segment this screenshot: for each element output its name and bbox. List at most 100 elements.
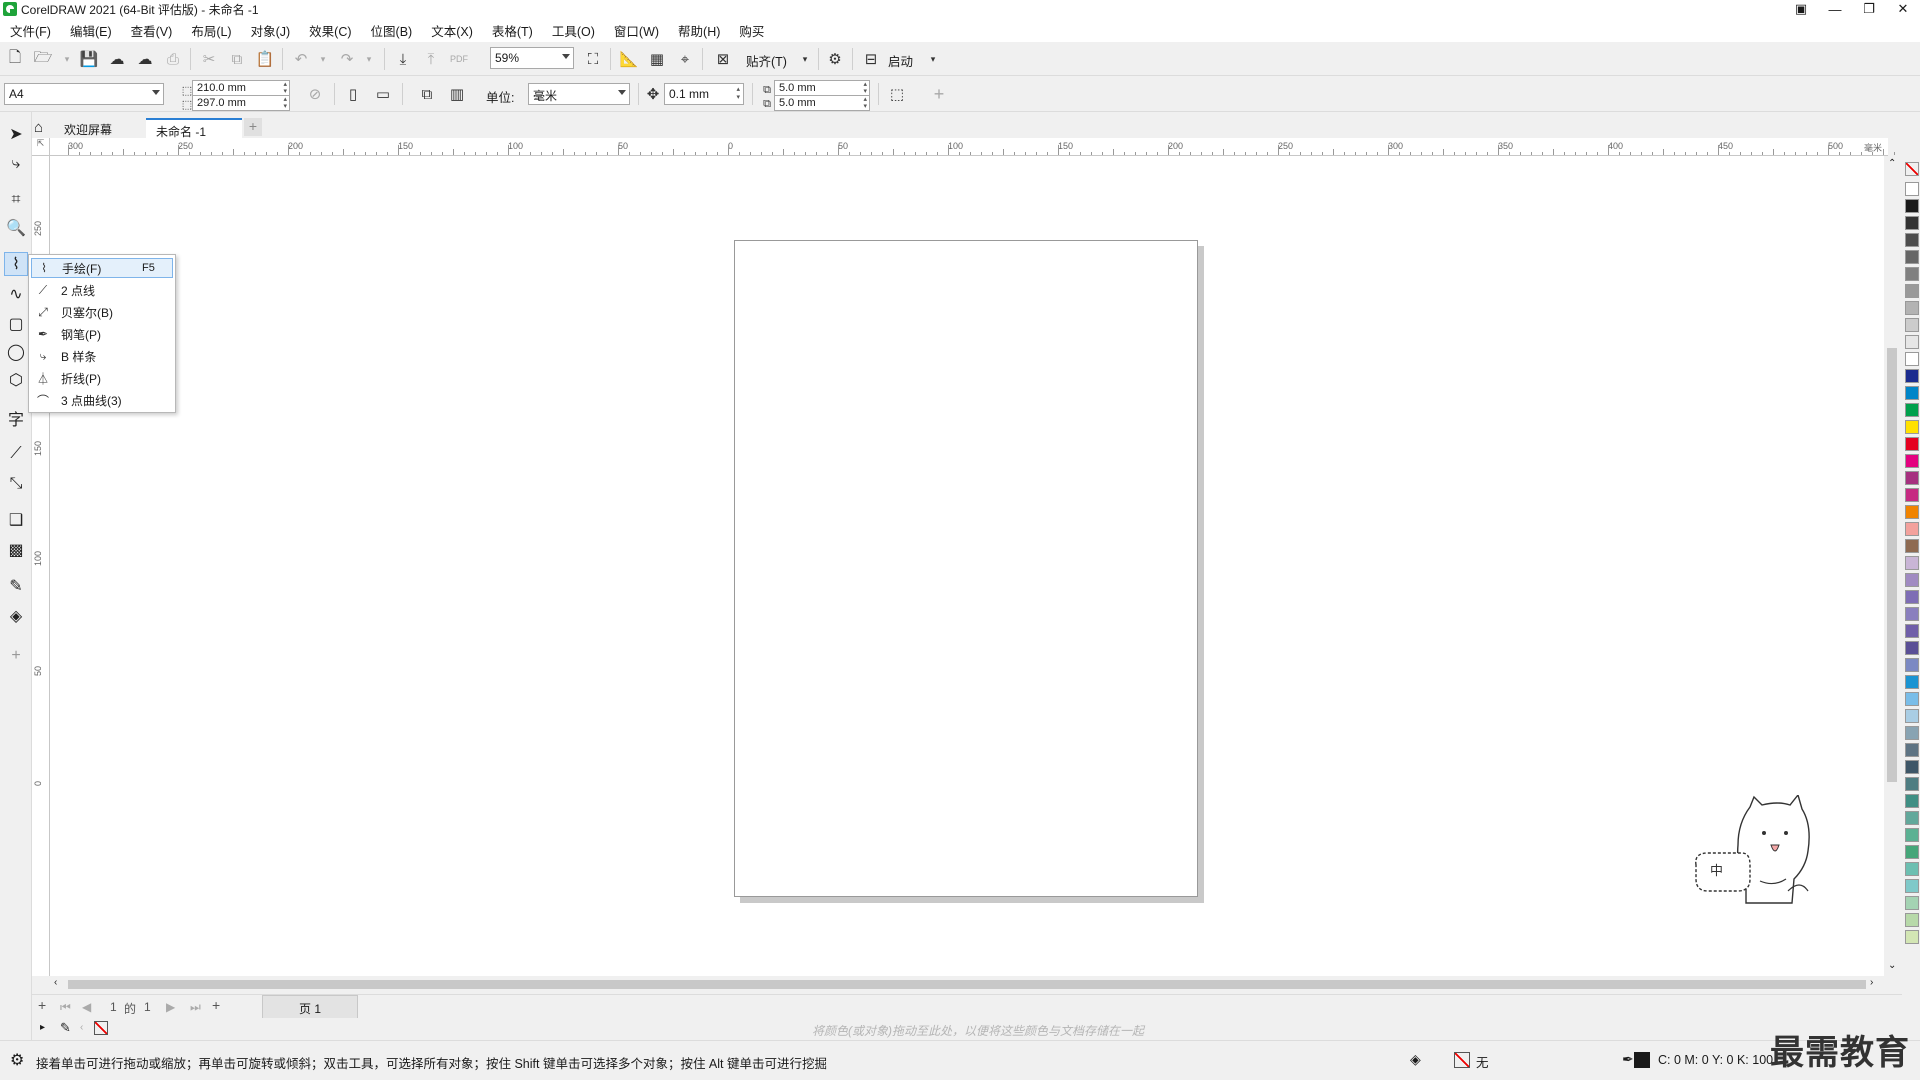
scroll-right-icon[interactable]: ›: [1870, 977, 1873, 988]
cloud-download-icon[interactable]: ☁: [106, 48, 128, 70]
palette-swatch[interactable]: [1905, 556, 1919, 570]
spinner-arrows-icon[interactable]: ▴ ▾: [736, 86, 740, 102]
palette-swatch[interactable]: [1905, 607, 1919, 621]
page-border-icon[interactable]: ⬚: [886, 83, 908, 105]
options-gear-icon[interactable]: ⚙: [824, 48, 846, 70]
palette-swatch[interactable]: [1905, 216, 1919, 230]
portrait-icon[interactable]: ▯: [342, 83, 364, 105]
new-tab-icon[interactable]: +: [244, 118, 262, 136]
settings-gear-icon[interactable]: ⚙: [10, 1050, 24, 1070]
scroll-up-icon[interactable]: ⌃: [1888, 158, 1896, 169]
nudge-distance-field[interactable]: 0.1 mm ▴ ▾: [664, 83, 744, 105]
launch-label[interactable]: 启动: [888, 51, 913, 70]
menu-text[interactable]: 文本(X): [431, 21, 473, 40]
cut-icon[interactable]: ✂: [198, 48, 220, 70]
flyout-item-three-point-curve[interactable]: ⌒ 3 点曲线(3): [31, 390, 173, 410]
eyedropper-icon[interactable]: ✎: [60, 1020, 71, 1036]
palette-swatch[interactable]: [1905, 845, 1919, 859]
spinner-arrows-icon[interactable]: ▴ ▾: [283, 81, 287, 95]
cloud-upload-icon[interactable]: ☁: [134, 48, 156, 70]
connector-tool-icon[interactable]: ⤡: [4, 472, 28, 496]
expand-palette-icon[interactable]: ▸: [40, 1022, 45, 1033]
horizontal-scrollbar[interactable]: ‹ ›: [50, 976, 1888, 992]
scroll-down-icon[interactable]: ⌄: [1888, 960, 1896, 971]
palette-swatch[interactable]: [1905, 777, 1919, 791]
last-page-icon[interactable]: ⏭: [190, 1000, 201, 1015]
maximize-button[interactable]: ❐: [1852, 0, 1886, 18]
full-screen-icon[interactable]: ⛶: [582, 48, 604, 70]
add-icon[interactable]: +: [928, 83, 950, 105]
add-tool-icon[interactable]: +: [4, 644, 28, 668]
vertical-scroll-thumb[interactable]: [1887, 348, 1897, 782]
show-rulers-icon[interactable]: 📐: [618, 48, 640, 70]
open-dropdown-icon[interactable]: ▾: [56, 48, 78, 70]
palette-swatch[interactable]: [1905, 828, 1919, 842]
close-button[interactable]: ✕: [1886, 0, 1920, 18]
spinner-arrows-icon[interactable]: ▴ ▾: [863, 96, 867, 110]
menu-buy[interactable]: 购买: [739, 21, 764, 40]
tab-untitled-document[interactable]: 未命名 -1: [146, 118, 242, 139]
palette-swatch[interactable]: [1905, 760, 1919, 774]
add-page-before-icon[interactable]: +: [38, 997, 46, 1013]
add-page-after-icon[interactable]: +: [212, 997, 220, 1013]
current-page-number[interactable]: 1: [110, 1000, 117, 1014]
palette-swatch[interactable]: [1905, 250, 1919, 264]
menu-bitmaps[interactable]: 位图(B): [371, 21, 413, 40]
home-icon[interactable]: ⌂: [34, 119, 43, 136]
flyout-item-two-point-line[interactable]: ⟋ 2 点线: [31, 280, 173, 300]
vertical-scrollbar[interactable]: ⌃ ⌄: [1884, 156, 1900, 976]
spinner-arrows-icon[interactable]: ▴ ▾: [283, 96, 287, 110]
flyout-item-polyline[interactable]: ⏃ 折线(P): [31, 368, 173, 388]
no-color-swatch[interactable]: [94, 1021, 108, 1035]
menu-effects[interactable]: 效果(C): [309, 21, 351, 40]
page-width-field[interactable]: 210.0 mm ▴ ▾: [192, 80, 290, 96]
snap-to-label[interactable]: 贴齐(T): [746, 51, 787, 70]
polygon-tool-icon[interactable]: ⬡: [4, 368, 28, 392]
launch-dropdown-icon[interactable]: ▾: [922, 48, 944, 70]
menu-help[interactable]: 帮助(H): [678, 21, 720, 40]
menu-window[interactable]: 窗口(W): [614, 21, 659, 40]
save-icon[interactable]: 💾: [78, 48, 100, 70]
first-page-icon[interactable]: ⏮: [60, 1000, 71, 1015]
palette-swatch[interactable]: [1905, 318, 1919, 332]
palette-swatch[interactable]: [1905, 811, 1919, 825]
outline-color-swatch[interactable]: [1634, 1052, 1650, 1068]
horizontal-scroll-thumb[interactable]: [68, 980, 1866, 989]
print-icon[interactable]: ⎙: [162, 48, 184, 70]
document-page[interactable]: [734, 240, 1198, 897]
dimension-tool-icon[interactable]: ⟋: [4, 442, 28, 466]
palette-swatch[interactable]: [1905, 624, 1919, 638]
palette-swatch[interactable]: [1905, 641, 1919, 655]
menu-file[interactable]: 文件(F): [10, 21, 51, 40]
palette-swatch[interactable]: [1905, 301, 1919, 315]
text-tool-icon[interactable]: 字: [4, 406, 28, 430]
eyedropper-tool-icon[interactable]: ✎: [4, 574, 28, 598]
flyout-item-freehand[interactable]: ⌇ 手绘(F) F5: [31, 258, 173, 278]
palette-swatch[interactable]: [1905, 675, 1919, 689]
open-icon[interactable]: 🗁: [32, 48, 54, 70]
show-guidelines-icon[interactable]: ⌖: [674, 48, 696, 70]
palette-swatch[interactable]: [1905, 930, 1919, 944]
pick-tool-icon[interactable]: ➤: [4, 122, 28, 146]
redo-icon[interactable]: ↷: [336, 48, 358, 70]
current-page-icon[interactable]: ▥: [446, 83, 468, 105]
duplicate-distance-x-field[interactable]: 5.0 mm ▴ ▾: [774, 80, 870, 96]
scroll-left-icon[interactable]: ‹: [54, 977, 57, 988]
import-icon[interactable]: ⤓: [392, 48, 414, 70]
spinner-arrows-icon[interactable]: ▴ ▾: [863, 81, 867, 95]
snap-off-icon[interactable]: ⊠: [712, 48, 734, 70]
units-combo[interactable]: 毫米: [528, 83, 630, 105]
page-1-tab[interactable]: 页 1: [262, 995, 358, 1019]
all-pages-icon[interactable]: ⧉: [416, 83, 438, 105]
menu-object[interactable]: 对象(J): [251, 21, 291, 40]
paper-settings-icon[interactable]: ⊘: [304, 83, 326, 105]
horizontral-ruler[interactable]: 300 250 200 150 100 50 0 50 100 150 200 250 300 350 40…: [50, 138, 1917, 156]
palette-swatch[interactable]: [1905, 590, 1919, 604]
palette-swatch[interactable]: [1905, 539, 1919, 553]
menu-edit[interactable]: 编辑(E): [70, 21, 112, 40]
flyout-item-pen[interactable]: ✒ 钢笔(P): [31, 324, 173, 344]
palette-swatch[interactable]: [1905, 522, 1919, 536]
show-grid-icon[interactable]: ▦: [646, 48, 668, 70]
flyout-item-b-spline[interactable]: ⤷ B 样条: [31, 346, 173, 366]
interactive-fill-tool-icon[interactable]: ◈: [4, 604, 28, 628]
